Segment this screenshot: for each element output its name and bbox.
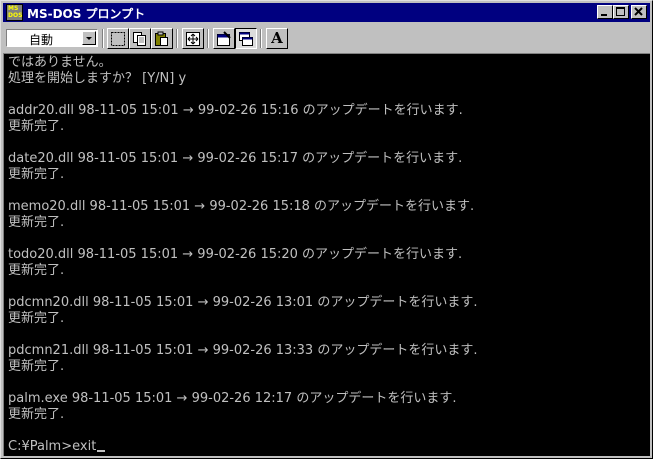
toolbar-separator [260, 29, 262, 48]
console-line: 更新完了. [8, 167, 65, 182]
font-icon: A [271, 29, 283, 47]
command-prompt[interactable]: C:¥Palm>exit [8, 439, 106, 455]
fullscreen-icon [186, 32, 200, 46]
console-line: palm.exe 98-11-05 15:01 → 99-02-26 12:17… [8, 391, 457, 406]
chevron-down-icon[interactable] [82, 31, 96, 45]
paste-icon [155, 31, 168, 46]
font-size-select[interactable]: 自動 [6, 29, 98, 47]
console-line: todo20.dll 98-11-05 15:01 → 99-02-26 15:… [8, 247, 463, 262]
font-button[interactable]: A [266, 28, 288, 49]
console-line: addr20.dll 98-11-05 15:01 → 99-02-26 15:… [8, 103, 463, 118]
console-line: pdcmn21.dll 98-11-05 15:01 → 99-02-26 13… [8, 343, 478, 358]
background-button[interactable] [235, 28, 257, 49]
console-output[interactable]: ではありません。 処理を開始しますか？ [Y/N] y addr20.dll 9… [3, 53, 650, 456]
ms-dos-prompt-window: MS DOS MS-DOS プロンプト 自動 A ではありません。 処理を開始し… [0, 0, 653, 459]
console-line: 更新完了. [8, 359, 65, 374]
text-cursor [97, 450, 106, 452]
toolbar-separator [102, 29, 104, 48]
console-line: 更新完了. [8, 263, 65, 278]
minimize-icon [601, 14, 607, 16]
console-line: memo20.dll 98-11-05 15:01 → 99-02-26 15:… [8, 199, 475, 214]
toolbar-separator [176, 29, 178, 48]
console-line: 処理を開始しますか？ [Y/N] y [8, 71, 187, 86]
toolbar-separator [207, 29, 209, 48]
background-icon [239, 32, 253, 46]
paste-button[interactable] [151, 28, 173, 49]
copy-icon [133, 32, 146, 46]
console-line: 更新完了. [8, 407, 65, 422]
copy-button[interactable] [129, 28, 151, 49]
close-button[interactable] [631, 5, 647, 19]
font-size-value: 自動 [29, 33, 54, 47]
console-line: 更新完了. [8, 311, 65, 326]
console-line: pdcmn20.dll 98-11-05 15:01 → 99-02-26 13… [8, 295, 478, 310]
minimize-button[interactable] [597, 5, 613, 19]
prompt-text: C:¥Palm>exit [8, 439, 97, 454]
ms-dos-icon[interactable]: MS DOS [6, 4, 23, 21]
mark-button[interactable] [107, 28, 129, 49]
toolbar: 自動 A [3, 24, 650, 50]
maximize-icon [616, 7, 625, 16]
console-line: 更新完了. [8, 119, 65, 134]
properties-icon [217, 31, 231, 46]
console-line: date20.dll 98-11-05 15:01 → 99-02-26 15:… [8, 151, 463, 166]
close-icon [634, 7, 643, 16]
console-line: ではありません。 [8, 55, 112, 70]
mark-icon [111, 32, 125, 46]
fullscreen-button[interactable] [182, 28, 204, 49]
title-bar[interactable]: MS DOS MS-DOS プロンプト [3, 3, 650, 22]
console-line: 更新完了. [8, 215, 65, 230]
properties-button[interactable] [213, 28, 235, 49]
window-title: MS-DOS プロンプト [27, 7, 146, 21]
maximize-button[interactable] [613, 5, 629, 19]
